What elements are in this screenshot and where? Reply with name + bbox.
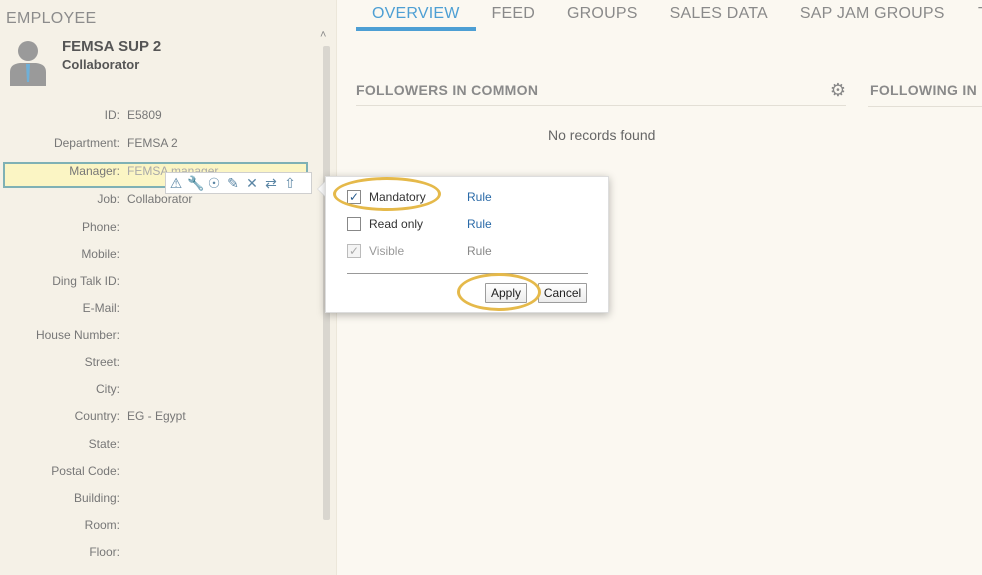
tab-overflow[interactable]: T	[978, 5, 982, 23]
wrench-icon[interactable]: 🔧	[187, 175, 204, 191]
divider	[868, 106, 982, 107]
arrow-up-icon[interactable]: ⇧	[282, 175, 298, 191]
field-state: State:	[88, 437, 120, 451]
field-phone: Phone:	[81, 220, 120, 234]
followers-header: FOLLOWERS IN COMMON ⚙	[356, 80, 846, 106]
following-title: FOLLOWING IN	[870, 82, 978, 98]
field-house-number: House Number:	[35, 328, 120, 342]
warning-icon[interactable]: ⚠	[168, 175, 184, 191]
tab-bar: OVERVIEW FEED GROUPS SALES DATA SAP JAM …	[356, 0, 961, 32]
option-visible: ✓ Visible	[347, 244, 405, 258]
tab-feed[interactable]: FEED	[476, 0, 551, 31]
scroll-up-icon[interactable]: ˄	[320, 29, 326, 41]
field-street: Street:	[84, 355, 120, 369]
apply-highlight-ring	[457, 273, 541, 311]
gear-icon[interactable]: ⚙	[830, 80, 846, 101]
popup-divider	[347, 273, 588, 274]
tab-overview[interactable]: OVERVIEW	[356, 0, 476, 31]
employee-role: Collaborator	[62, 57, 140, 72]
field-room: Room:	[84, 518, 120, 532]
tab-sap-jam-groups[interactable]: SAP JAM GROUPS	[784, 0, 961, 31]
field-ding-talk-id: Ding Talk ID:	[52, 274, 120, 288]
avatar-icon	[10, 41, 46, 86]
field-email: E-Mail:	[82, 301, 120, 315]
read-only-rule-link[interactable]: Rule	[467, 217, 492, 231]
field-edit-toolbar: ⚠ 🔧 ☉ ✎ ✕ ⇄ ⇧	[165, 172, 312, 194]
tab-sales-data[interactable]: SALES DATA	[654, 0, 784, 31]
mandatory-highlight-ring	[333, 177, 441, 211]
delete-icon[interactable]: ✕	[244, 175, 260, 191]
read-only-checkbox[interactable]	[347, 217, 361, 231]
empty-message: No records found	[548, 127, 656, 143]
field-postal-code: Postal Code:	[51, 464, 120, 478]
section-title: EMPLOYEE	[6, 10, 97, 27]
field-mobile: Mobile:	[81, 247, 120, 261]
visible-rule-link: Rule	[467, 244, 492, 258]
followers-title: FOLLOWERS IN COMMON	[356, 82, 539, 98]
field-city: City:	[96, 382, 120, 396]
cancel-button[interactable]: Cancel	[538, 283, 587, 303]
option-read-only[interactable]: Read only	[347, 215, 423, 233]
field-country: Country: EG - Egypt	[74, 409, 186, 423]
mandatory-rule-link[interactable]: Rule	[467, 190, 492, 204]
employee-name: FEMSA SUP 2	[62, 38, 162, 55]
target-icon[interactable]: ☉	[206, 175, 222, 191]
tab-groups[interactable]: GROUPS	[551, 0, 654, 31]
field-building: Building:	[73, 491, 120, 505]
pencil-icon[interactable]: ✎	[225, 175, 241, 191]
move-icon[interactable]: ⇄	[263, 175, 279, 191]
field-floor: Floor:	[89, 545, 120, 559]
visible-checkbox: ✓	[347, 244, 361, 258]
employee-panel: EMPLOYEE FEMSA SUP 2 Collaborator ˄ ID: E…	[0, 0, 337, 575]
field-id: ID: E5809	[104, 108, 162, 122]
field-department: Department: FEMSA 2	[53, 136, 178, 150]
field-job: Job: Collaborator	[97, 192, 193, 206]
